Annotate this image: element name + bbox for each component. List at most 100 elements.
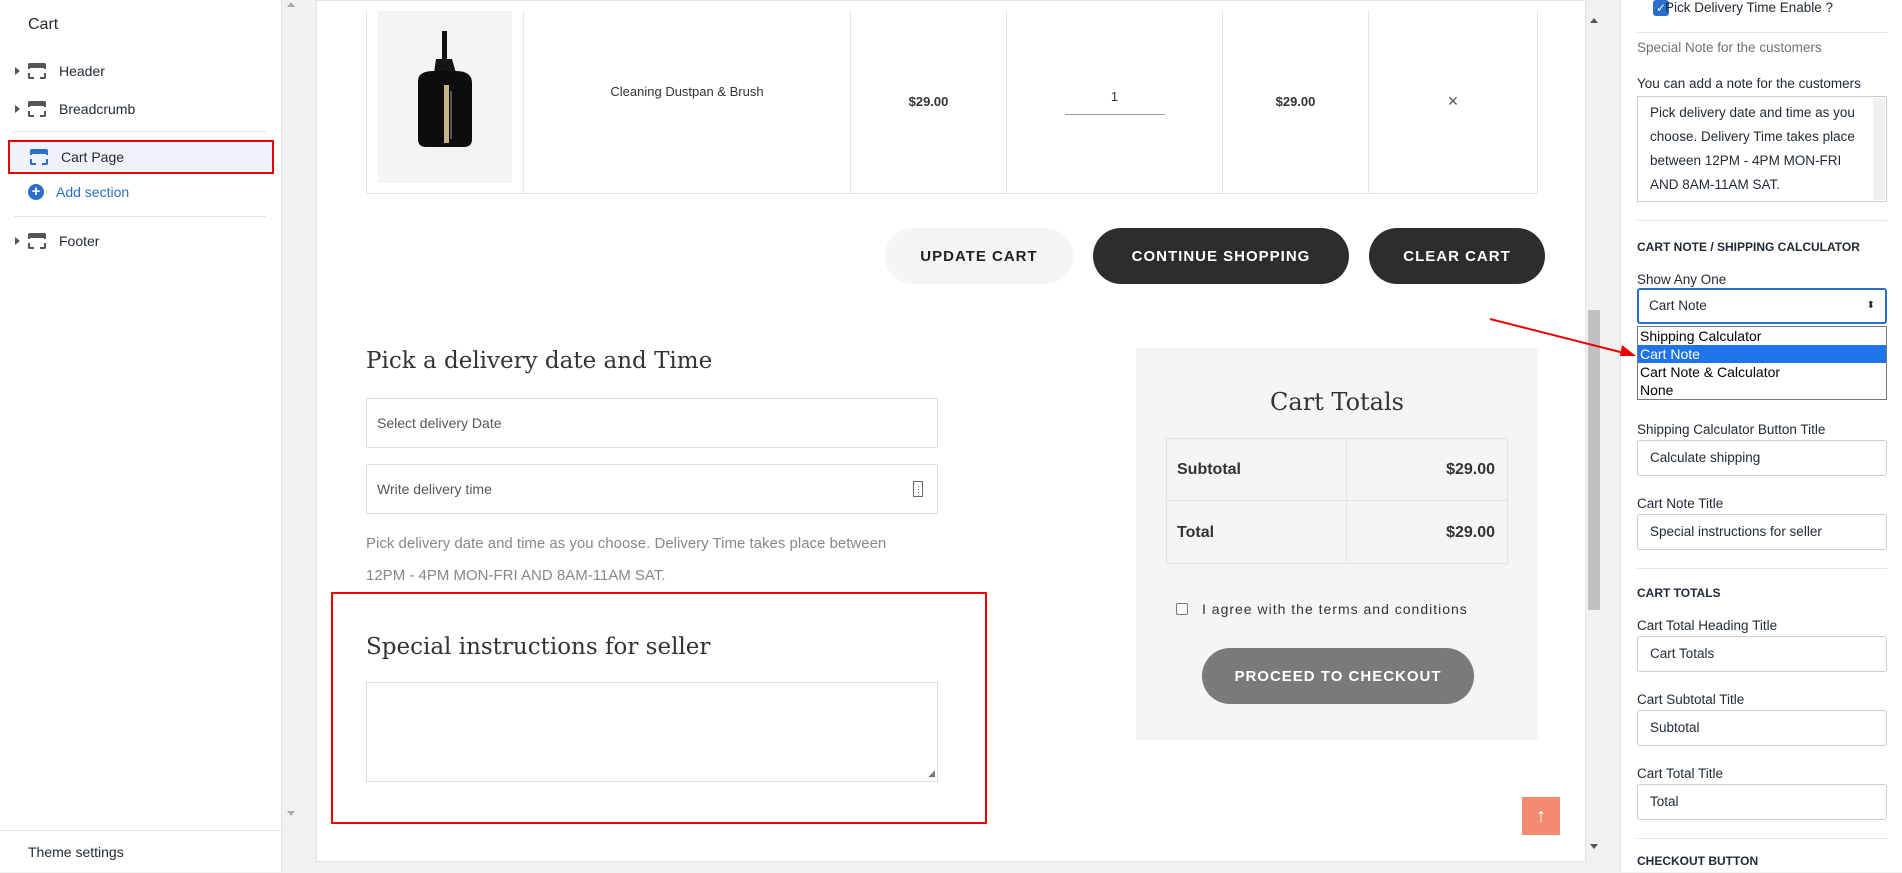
arrow-up-icon: ↑: [1536, 805, 1546, 827]
subtotal-label: Subtotal: [1167, 438, 1347, 501]
cart-totals-heading: Cart Totals: [1270, 388, 1404, 416]
delivery-heading: Pick a delivery date and Time: [366, 348, 713, 374]
divider: [1637, 220, 1887, 221]
back-to-top-button[interactable]: ↑: [1522, 797, 1560, 835]
sidebar-title: Cart: [28, 16, 59, 33]
add-section-label: Add section: [56, 184, 130, 200]
checkout-button-section-heading: CHECKOUT BUTTON: [1637, 854, 1759, 868]
scroll-up-icon[interactable]: [287, 2, 295, 7]
product-image[interactable]: [378, 10, 512, 183]
delivery-date-input[interactable]: Select delivery Date: [366, 398, 938, 448]
resize-handle-icon[interactable]: ◢: [928, 768, 935, 779]
clock-icon: ⋮: [913, 481, 923, 497]
scroll-down-icon[interactable]: [1590, 844, 1598, 849]
delivery-note-line: Pick delivery date and time as you choos…: [366, 535, 887, 552]
quantity-cell: 1: [1007, 10, 1223, 193]
sidebar-item-cart-page[interactable]: Cart Page: [8, 140, 274, 174]
special-instructions-textarea[interactable]: ◢: [366, 682, 938, 782]
total-row: Total $29.00: [1167, 502, 1507, 564]
show-any-one-label: Show Any One: [1637, 272, 1727, 287]
update-cart-button[interactable]: UPDATE CART: [885, 228, 1073, 284]
divider: [14, 131, 266, 132]
product-price: $29.00: [851, 10, 1007, 193]
cart-note-title-input[interactable]: Special instructions for seller: [1637, 514, 1887, 550]
shipping-button-title-input[interactable]: Calculate shipping: [1637, 440, 1887, 476]
totals-table: Subtotal $29.00 Total $29.00: [1166, 438, 1508, 564]
divider: [1637, 568, 1887, 569]
theme-editor-sidebar: Cart Header Breadcrumb Cart Page + Add s…: [0, 0, 282, 872]
delivery-note-line: 12PM - 4PM MON-FRI AND 8AM-11AM SAT.: [366, 567, 666, 584]
total-value: $29.00: [1446, 524, 1495, 541]
select-value: Cart Note: [1649, 298, 1707, 313]
option-cart-note[interactable]: Cart Note: [1638, 345, 1886, 363]
quantity-input[interactable]: 1: [1064, 89, 1165, 115]
add-section-button[interactable]: + Add section: [28, 184, 129, 200]
sidebar-item-label: Breadcrumb: [59, 101, 136, 117]
section-icon: [28, 101, 46, 117]
option-none[interactable]: None: [1638, 381, 1886, 399]
delivery-note: Pick delivery date and time as you choos…: [366, 528, 926, 592]
plus-circle-icon: +: [28, 184, 44, 200]
line-total: $29.00: [1223, 10, 1369, 193]
sidebar-item-header[interactable]: Header: [0, 54, 270, 88]
expand-caret-icon[interactable]: [15, 67, 20, 75]
textarea-scrollbar[interactable]: [1873, 98, 1885, 200]
section-icon: [30, 149, 48, 165]
note-hint-label: You can add a note for the customers: [1637, 76, 1861, 91]
theme-settings-link[interactable]: Theme settings: [0, 830, 282, 872]
special-note-heading: Special Note for the customers: [1637, 40, 1822, 55]
special-instructions-heading: Special instructions for seller: [366, 634, 711, 660]
cart-totals-section-heading: CART TOTALS: [1637, 586, 1721, 600]
section-icon: [28, 63, 46, 79]
note-value: Pick delivery date and time as you choos…: [1650, 105, 1855, 192]
sidebar-item-label: Cart Page: [61, 149, 125, 165]
scroll-up-icon[interactable]: [1590, 18, 1598, 23]
product-name-cell: Cleaning Dustpan & Brush: [524, 10, 851, 193]
shipping-button-title-label: Shipping Calculator Button Title: [1637, 422, 1826, 437]
sidebar-item-breadcrumb[interactable]: Breadcrumb: [0, 92, 270, 126]
proceed-to-checkout-button[interactable]: PROCEED TO CHECKOUT: [1202, 648, 1474, 704]
remove-cell: ×: [1369, 10, 1537, 193]
line-total-value: $29.00: [1275, 94, 1316, 109]
product-image-cell: [367, 10, 524, 193]
pick-delivery-label: Pick Delivery Time Enable ?: [1665, 0, 1834, 15]
heading-title-input[interactable]: Cart Totals: [1637, 636, 1887, 672]
cart-note-section-heading: CART NOTE / SHIPPING CALCULATOR: [1637, 240, 1860, 254]
pick-delivery-toggle[interactable]: ✓ Pick Delivery Time Enable ?: [1637, 0, 1887, 18]
product-name[interactable]: Cleaning Dustpan & Brush: [610, 84, 763, 99]
subtotal-title-label: Cart Subtotal Title: [1637, 692, 1745, 707]
price-value: $29.00: [908, 94, 949, 109]
option-cart-note-calculator[interactable]: Cart Note & Calculator: [1638, 363, 1886, 381]
option-shipping-calculator[interactable]: Shipping Calculator: [1638, 327, 1886, 345]
total-label: Total: [1167, 502, 1347, 564]
expand-caret-icon[interactable]: [15, 237, 20, 245]
preview-scrollbar[interactable]: [1586, 12, 1602, 856]
total-title-input[interactable]: Total: [1637, 784, 1887, 820]
show-any-one-select[interactable]: Cart Note ⬍: [1637, 288, 1887, 324]
select-arrows-icon: ⬍: [1866, 300, 1875, 311]
sidebar-scrollbar[interactable]: [284, 0, 298, 830]
sidebar-item-label: Footer: [59, 233, 100, 249]
terms-checkbox[interactable]: [1176, 603, 1188, 615]
section-icon: [28, 233, 46, 249]
subtotal-row: Subtotal $29.00: [1167, 438, 1507, 501]
customer-note-textarea[interactable]: Pick delivery date and time as you choos…: [1637, 96, 1887, 202]
expand-caret-icon[interactable]: [15, 105, 20, 113]
continue-shopping-button[interactable]: CONTINUE SHOPPING: [1093, 228, 1349, 284]
delivery-time-input[interactable]: Write delivery time ⋮: [366, 464, 938, 514]
total-title-label: Cart Total Title: [1637, 766, 1724, 781]
divider: [1637, 838, 1887, 839]
cart-table: Cleaning Dustpan & Brush $29.00 1 $29.00…: [366, 10, 1538, 194]
remove-item-icon[interactable]: ×: [1448, 91, 1459, 112]
clear-cart-button[interactable]: CLEAR CART: [1369, 228, 1545, 284]
scroll-down-icon[interactable]: [287, 811, 295, 816]
sidebar-item-footer[interactable]: Footer: [0, 224, 270, 258]
subtotal-title-input[interactable]: Subtotal: [1637, 710, 1887, 746]
subtotal-value: $29.00: [1446, 460, 1495, 478]
select-dropdown-list[interactable]: Shipping Calculator Cart Note Cart Note …: [1637, 326, 1887, 400]
sidebar-item-label: Header: [59, 63, 105, 79]
divider: [14, 216, 266, 217]
heading-title-label: Cart Total Heading Title: [1637, 618, 1778, 633]
annotation-arrow-icon: [1489, 318, 1636, 356]
dustpan-image-icon: [418, 30, 472, 147]
